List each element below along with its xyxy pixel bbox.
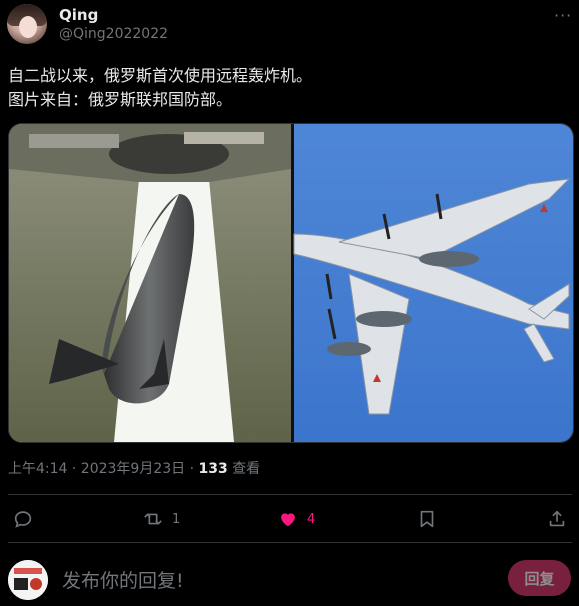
share-button[interactable] (546, 506, 568, 532)
reply-input[interactable]: 发布你的回复! (62, 566, 184, 593)
divider-bottom (8, 542, 572, 543)
views-label: 查看 (227, 461, 261, 477)
media-image (9, 124, 573, 442)
composer-avatar (8, 560, 48, 600)
retweet-icon (144, 513, 162, 525)
reply-submit-button[interactable]: 回复 (508, 560, 571, 596)
like-button[interactable]: 4 (277, 506, 315, 532)
like-count: 4 (307, 511, 316, 527)
tweet-meta: 上午4:14 · 2023年9月23日 · 133 查看 (8, 458, 260, 478)
retweet-count: 1 (172, 511, 181, 527)
more-options-icon[interactable]: ··· (554, 6, 572, 25)
retweet-button[interactable]: 1 (142, 506, 180, 532)
avatar-face (19, 16, 37, 38)
author-handle[interactable]: @Qing2022022 (59, 26, 168, 42)
divider-top (8, 494, 572, 495)
tweet-media[interactable] (8, 123, 574, 443)
tweet-timestamp[interactable]: 上午4:14 · 2023年9月23日 · (8, 461, 199, 477)
bookmark-icon (420, 510, 434, 528)
views-count: 133 (198, 461, 228, 477)
bookmark-button[interactable] (416, 506, 438, 532)
heart-icon (281, 513, 295, 527)
composer-avatar-image (8, 560, 48, 600)
tweet-text: 自二战以来，俄罗斯首次使用远程轰炸机。 图片来自：俄罗斯联邦国防部。 (8, 66, 313, 109)
share-icon (549, 510, 565, 527)
author-avatar[interactable] (7, 4, 47, 44)
reply-button[interactable] (12, 506, 42, 532)
author-name[interactable]: Qing (59, 6, 98, 24)
reply-icon (14, 511, 32, 528)
